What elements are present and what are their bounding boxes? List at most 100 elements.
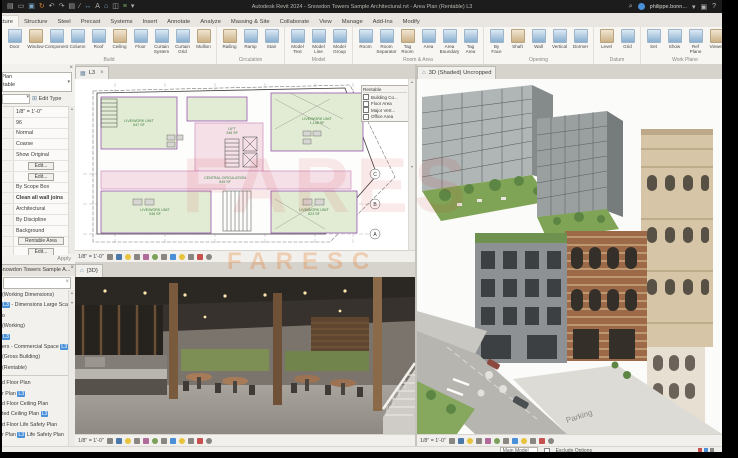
clear-search-icon[interactable]: ×: [65, 279, 69, 285]
browser-item[interactable]: L3: [2, 332, 70, 342]
property-row[interactable]: By Scope Box: [2, 183, 68, 194]
show-crop-icon[interactable]: [503, 438, 509, 444]
property-button[interactable]: Rentable Area: [18, 237, 64, 245]
property-row[interactable]: Edit...: [2, 161, 68, 172]
detail-level-icon[interactable]: [107, 254, 113, 260]
browser-item[interactable]: ted Ceiling Plan L3: [2, 409, 70, 419]
tab-view[interactable]: View: [314, 16, 336, 27]
model-text-button[interactable]: Model Text: [287, 28, 308, 54]
visual-style-icon[interactable]: [458, 438, 464, 444]
tab-systems[interactable]: Systems: [105, 16, 137, 27]
browser-item[interactable]: d Floor Ceiling Plan: [2, 399, 70, 409]
tab-annotate[interactable]: Annotate: [162, 16, 195, 27]
property-row[interactable]: Show Original: [2, 150, 68, 161]
legend-item[interactable]: Office Area: [363, 114, 407, 121]
tab-modify[interactable]: Modify: [398, 16, 425, 27]
property-row[interactable]: By Discipline: [2, 215, 68, 226]
constraints-icon[interactable]: [206, 438, 212, 444]
open-icon[interactable]: ▭: [18, 3, 25, 10]
show-button[interactable]: Show: [664, 28, 685, 54]
browser-item[interactable]: r Plan L3: [2, 389, 70, 399]
type-selector[interactable]: Area Plan Rentable ▾: [2, 72, 72, 92]
browser-item[interactable]: r Plan L3 Life Safety Plan: [2, 430, 70, 440]
filter-combo[interactable]: [2, 94, 30, 104]
crop-view-icon[interactable]: [494, 438, 500, 444]
ramp-button[interactable]: Ramp: [240, 28, 261, 49]
area-boundary-button[interactable]: Area Boundary: [439, 28, 460, 54]
property-button[interactable]: Edit...: [28, 173, 55, 181]
sun-path-icon[interactable]: [125, 254, 131, 260]
property-row[interactable]: Rentable Area: [2, 237, 68, 248]
displacement-icon[interactable]: [539, 438, 545, 444]
property-row[interactable]: Normal: [2, 129, 68, 140]
properties-grid[interactable]: 1/8" = 1'-0"96NormalCoarseShow OriginalE…: [2, 106, 68, 255]
aligned-dimension-icon[interactable]: ↔: [84, 3, 91, 10]
tab-architecture[interactable]: Architecture: [2, 15, 19, 27]
interior-viewbar-icons[interactable]: [107, 438, 212, 444]
browser-item[interactable]: d Floor Plan: [2, 378, 70, 388]
constraints-icon[interactable]: [206, 254, 212, 260]
area-button[interactable]: Area: [418, 28, 439, 54]
status-micro-icons[interactable]: [698, 448, 714, 452]
exterior-viewbar-icons[interactable]: [449, 438, 554, 444]
interior-3d-canvas[interactable]: [75, 277, 415, 434]
vertical-button[interactable]: Vertical: [549, 28, 570, 54]
browser-item[interactable]: o: [2, 311, 70, 321]
tab-massing-site[interactable]: Massing & Site: [226, 16, 275, 27]
displacement-icon[interactable]: [197, 254, 203, 260]
apply-button[interactable]: Apply: [57, 256, 71, 262]
exterior-3d-canvas[interactable]: Parking: [417, 79, 722, 434]
displacement-icon[interactable]: [197, 438, 203, 444]
render-icon[interactable]: [143, 438, 149, 444]
tab-insert[interactable]: Insert: [138, 16, 163, 27]
property-row[interactable]: Architectural: [2, 204, 68, 215]
property-row[interactable]: Clean all wall joins: [2, 193, 68, 204]
detail-level-icon[interactable]: [449, 438, 455, 444]
railing-button[interactable]: Railing: [219, 28, 240, 49]
tab-manage[interactable]: Manage: [337, 16, 368, 27]
shaft-button[interactable]: Shaft: [507, 28, 528, 54]
username[interactable]: philippe.bonn...: [650, 4, 687, 10]
set-button[interactable]: Set: [643, 28, 664, 54]
floor-button[interactable]: Floor: [130, 28, 151, 54]
crop-view-icon[interactable]: [152, 254, 158, 260]
property-row[interactable]: Coarse: [2, 139, 68, 150]
sync-icon[interactable]: ↻: [39, 3, 45, 10]
temporary-hide-icon[interactable]: [170, 254, 176, 260]
browser-item[interactable]: (Rentable): [2, 363, 70, 373]
room-button[interactable]: Room: [355, 28, 376, 54]
model-line-button[interactable]: Model Line: [308, 28, 329, 54]
tab-3d-shaded-uncropped[interactable]: ⌂ 3D (Shaded) Uncropped: [417, 66, 496, 79]
browser-item[interactable]: (Working): [2, 321, 70, 331]
customize-qat-icon[interactable]: ▾: [131, 3, 135, 10]
shadows-icon[interactable]: [134, 438, 140, 444]
room-separator-button[interactable]: Room Separator: [376, 28, 397, 54]
print-icon[interactable]: ▤: [69, 3, 76, 10]
tab-analyze[interactable]: Analyze: [195, 16, 226, 27]
tab-plan-l3[interactable]: ▦ L3 ×: [75, 66, 109, 79]
ref-plane-button[interactable]: Ref Plane: [685, 28, 706, 54]
search-icon[interactable]: ⌕: [629, 3, 633, 11]
thin-lines-icon[interactable]: ≡: [123, 3, 127, 10]
chevron-down-icon[interactable]: ▾: [67, 79, 70, 85]
scale-button[interactable]: 1/8" = 1'-0": [78, 438, 104, 444]
ceiling-button[interactable]: Ceiling: [109, 28, 130, 54]
stair-button[interactable]: Stair: [261, 28, 282, 49]
show-crop-icon[interactable]: [161, 438, 167, 444]
tag-room-button[interactable]: Tag Room: [397, 28, 418, 54]
exclude-options-checkbox[interactable]: [544, 448, 550, 452]
unlocked-view-icon[interactable]: [188, 254, 194, 260]
render-icon[interactable]: [485, 438, 491, 444]
property-row[interactable]: Background: [2, 226, 68, 237]
scale-button[interactable]: 1/8" = 1'-0": [78, 254, 104, 260]
app-store-icon[interactable]: ▣: [700, 3, 707, 11]
plan-viewbar-icons[interactable]: [107, 254, 212, 260]
crop-view-icon[interactable]: [152, 438, 158, 444]
default-3d-view-icon[interactable]: ⌂: [104, 3, 108, 10]
temporary-hide-icon[interactable]: [512, 438, 518, 444]
wall-button[interactable]: Wall: [528, 28, 549, 54]
tab-structure[interactable]: Structure: [19, 16, 53, 27]
undo-icon[interactable]: ↶: [49, 3, 55, 10]
save-icon[interactable]: ▣: [28, 3, 35, 10]
legend-checkbox[interactable]: [363, 114, 369, 120]
